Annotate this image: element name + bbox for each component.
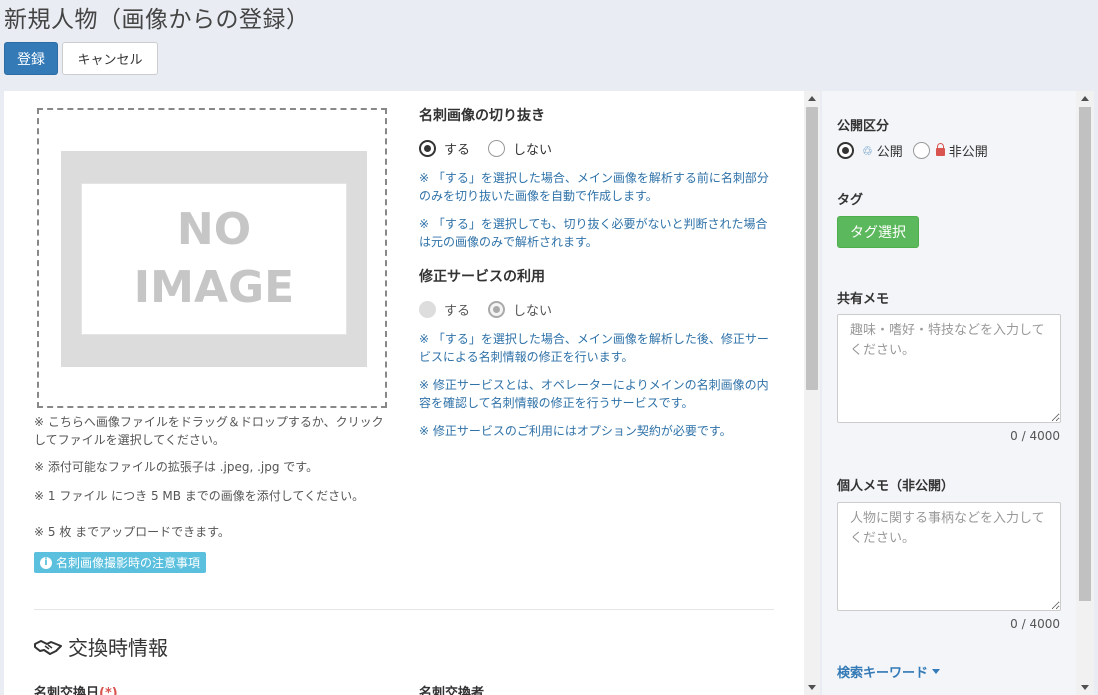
scroll-up-arrow-icon[interactable] [808, 96, 816, 101]
correction-yes-label: する [444, 304, 471, 319]
main-scrollbar-thumb[interactable] [806, 107, 818, 390]
visibility-public-label: 公開 [876, 145, 903, 160]
visibility-private-option: 非公開 [935, 141, 988, 160]
crop-note-1: ※ 「する」を選択した場合、メイン画像を解析する前に名刺部分のみを切り抜いた画像… [419, 171, 769, 203]
shared-memo-counter: 0 / 4000 [1010, 429, 1060, 443]
search-keyword-label: 検索キーワード [837, 666, 929, 681]
correction-no-radio[interactable] [488, 301, 506, 318]
main-scrollbar[interactable] [804, 91, 820, 695]
required-mark: (*) [99, 686, 118, 695]
correction-yes-radio[interactable] [419, 301, 436, 318]
caret-down-icon [932, 669, 941, 674]
private-memo-label: 個人メモ（非公開） [837, 479, 955, 494]
main-panel: NO IMAGE ※ こちらへ画像ファイルをドラッグ＆ドロップするか、クリックし… [4, 91, 804, 695]
correction-note-3: ※ 修正サービスのご利用にはオプション契約が必要です。 [419, 424, 732, 438]
public-icon: ♲ [862, 143, 873, 158]
exchange-title-text: 交換時情報 [68, 636, 168, 660]
crop-note-2: ※ 「する」を選択しても、切り抜く必要がないと判断された場合は元の画像のみで解析… [419, 217, 768, 249]
crop-yes-radio[interactable] [419, 140, 436, 157]
visibility-public-option: ♲ 公開 [862, 141, 903, 161]
no-image-placeholder: NO IMAGE [61, 151, 367, 367]
correction-no-label: しない [513, 304, 553, 319]
exchange-person-label: 名刺交換者 [419, 686, 485, 695]
exchange-date-label: 名刺交換日(*) [34, 682, 118, 695]
sidebar-scrollbar[interactable] [1076, 91, 1094, 695]
scroll-down-arrow-icon[interactable] [808, 685, 816, 690]
handshake-icon [34, 639, 62, 655]
shared-memo-textarea[interactable] [837, 314, 1061, 423]
correction-note-2: ※ 修正サービスとは、オペレーターによりメインの名刺画像の内容を確認して名刺情報… [419, 378, 769, 410]
upload-note-3: ※ 1 ファイル につき 5 MB までの画像を添付してください。 [34, 489, 365, 503]
upload-note-1: ※ こちらへ画像ファイルをドラッグ＆ドロップするか、クリックしてファイルを選択し… [34, 415, 384, 447]
private-memo-textarea[interactable] [837, 502, 1061, 611]
visibility-public-radio[interactable] [837, 142, 854, 159]
correction-heading: 修正サービスの利用 [419, 269, 545, 285]
visibility-private-label: 非公開 [948, 145, 988, 160]
section-divider [34, 609, 774, 610]
crop-yes-label: する [444, 143, 471, 158]
photo-tips-button[interactable]: i 名刺画像撮影時の注意事項 [34, 552, 207, 573]
no-image-text-line2: IMAGE [133, 262, 295, 313]
page-title: 新規人物（画像からの登録） [4, 7, 310, 33]
exchange-section-title: 交換時情報 [34, 632, 168, 661]
tag-label: タグ [837, 193, 864, 208]
cancel-button[interactable]: キャンセル [62, 42, 158, 75]
sidebar-scrollbar-thumb[interactable] [1079, 107, 1091, 601]
crop-no-label: しない [513, 143, 553, 158]
register-button[interactable]: 登録 [4, 42, 58, 75]
no-image-text-line1: NO [176, 204, 252, 255]
image-dropzone[interactable]: NO IMAGE [37, 108, 387, 408]
info-icon: i [40, 556, 52, 569]
upload-note-2: ※ 添付可能なファイルの拡張子は .jpeg, .jpg です。 [34, 460, 319, 474]
upload-note-4: ※ 5 枚 までアップロードできます。 [34, 525, 230, 539]
visibility-label: 公開区分 [837, 119, 890, 134]
crop-heading: 名刺画像の切り抜き [419, 108, 545, 124]
correction-radio-group: する しない [419, 300, 570, 319]
sidebar-panel: 公開区分 ♲ 公開 非公開 タグ タグ選択 共有メモ 0 / 4000 個人メモ… [822, 91, 1076, 695]
sidebar-scroll-down-arrow-icon[interactable] [1081, 685, 1089, 690]
crop-no-radio[interactable] [488, 140, 506, 157]
private-memo-counter: 0 / 4000 [1010, 617, 1060, 631]
sidebar-scroll-up-arrow-icon[interactable] [1081, 96, 1089, 101]
correction-note-1: ※ 「する」を選択した場合、メイン画像を解析した後、修正サービスによる名刺情報の… [419, 332, 769, 364]
exchange-date-label-text: 名刺交換日 [34, 686, 100, 695]
visibility-private-radio[interactable] [912, 142, 930, 159]
shared-memo-label: 共有メモ [837, 292, 890, 307]
lock-icon [935, 142, 945, 156]
tag-select-button[interactable]: タグ選択 [837, 216, 919, 248]
crop-radio-group: する しない [419, 139, 570, 158]
visibility-radio-group: ♲ 公開 非公開 [837, 141, 1006, 160]
photo-tips-label: 名刺画像撮影時の注意事項 [56, 556, 201, 570]
search-keyword-toggle[interactable]: 検索キーワード [837, 662, 941, 681]
